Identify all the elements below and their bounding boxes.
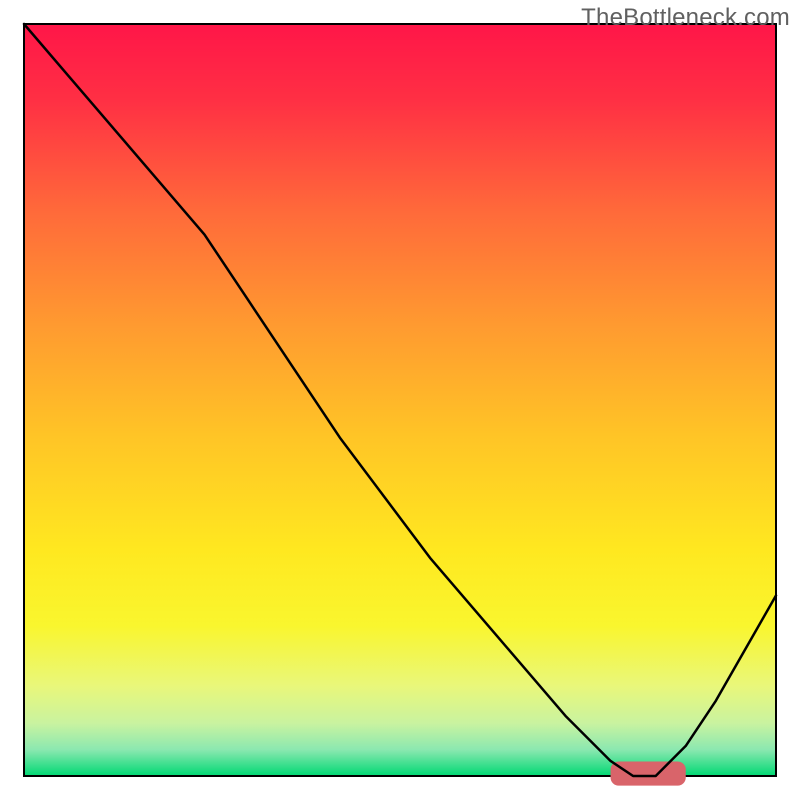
chart-root: TheBottleneck.com	[0, 0, 800, 800]
optimum-marker-bar	[611, 762, 686, 786]
watermark-text: TheBottleneck.com	[581, 4, 790, 32]
bottleneck-chart	[0, 0, 800, 800]
chart-background	[24, 24, 776, 776]
